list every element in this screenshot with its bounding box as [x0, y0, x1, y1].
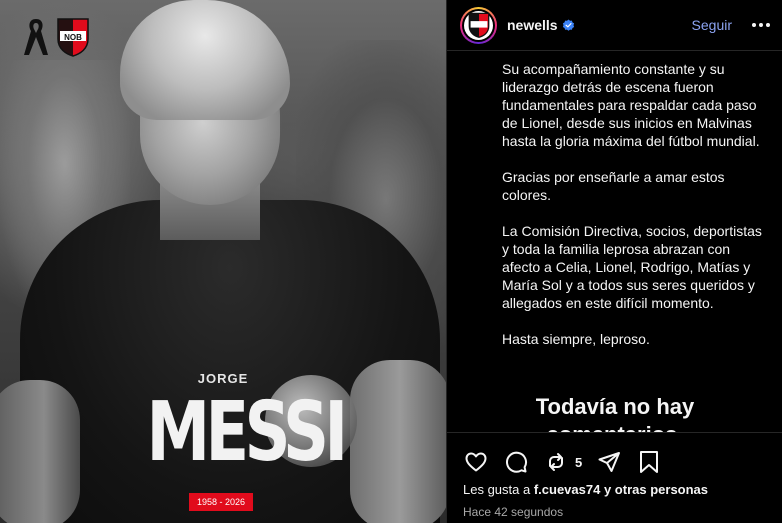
likes-suffix-link[interactable]: y otras personas [604, 482, 708, 497]
username-link[interactable]: newells [507, 17, 558, 33]
mourning-ribbon-icon [24, 19, 48, 55]
save-button[interactable] [636, 449, 662, 475]
post-image[interactable]: NOB JORGE MESSI 1958 - 2026 [0, 0, 446, 523]
more-options-icon[interactable] [752, 23, 770, 27]
share-button[interactable] [596, 449, 622, 475]
years-badge: 1958 - 2026 [189, 493, 253, 511]
caption-paragraph: La Comisión Directiva, socios, deportist… [502, 223, 762, 311]
left-arm [0, 380, 80, 523]
liker-username-link[interactable]: f.cuevas74 [534, 482, 601, 497]
more-dot [766, 23, 770, 27]
avatar[interactable] [460, 6, 497, 44]
verified-badge-icon [562, 19, 574, 31]
more-dot [759, 23, 763, 27]
avatar-image [464, 10, 493, 40]
caption-paragraph: Gracias por enseñarle a amar estos color… [502, 169, 725, 203]
follow-button[interactable]: Seguir [692, 17, 732, 33]
post-caption: Su acompañamiento constante y su lideraz… [502, 60, 772, 366]
caption-paragraph: Hasta siempre, leproso. [502, 331, 650, 347]
like-button[interactable] [463, 449, 489, 475]
club-badge-text: NOB [64, 33, 82, 42]
repost-count: 5 [575, 454, 583, 470]
more-dot [752, 23, 756, 27]
post-side-panel: newells Seguir Su acompañamiento constan… [446, 0, 782, 523]
bookmark-icon [640, 451, 659, 473]
repost-button[interactable] [543, 449, 569, 475]
caption-paragraph: Su acompañamiento constante y su lideraz… [502, 61, 760, 149]
action-icons: 5 [463, 449, 767, 475]
comment-button[interactable] [503, 449, 529, 475]
comments-empty-state: Todavía no hay comentarios. [447, 380, 782, 432]
last-name: MESSI [146, 385, 349, 480]
portrait-hair [120, 0, 290, 120]
avatar-border [462, 8, 495, 42]
post-actions-bar: 5 Les gusta a f.cuevas74 y otras persona… [447, 432, 782, 523]
post-header: newells Seguir [447, 0, 782, 51]
heart-icon [465, 452, 487, 472]
empty-comments-title: Todavía no hay [535, 394, 695, 419]
repost-icon [549, 453, 563, 471]
likes-summary: Les gusta a f.cuevas74 y otras personas [463, 482, 708, 497]
share-icon [598, 452, 621, 472]
likes-prefix: Les gusta a [463, 482, 531, 497]
empty-comments-title-cont: comentarios. [447, 422, 782, 432]
post-timestamp[interactable]: Hace 42 segundos [463, 505, 563, 519]
comment-icon [506, 451, 528, 473]
club-badge-icon [468, 12, 489, 38]
